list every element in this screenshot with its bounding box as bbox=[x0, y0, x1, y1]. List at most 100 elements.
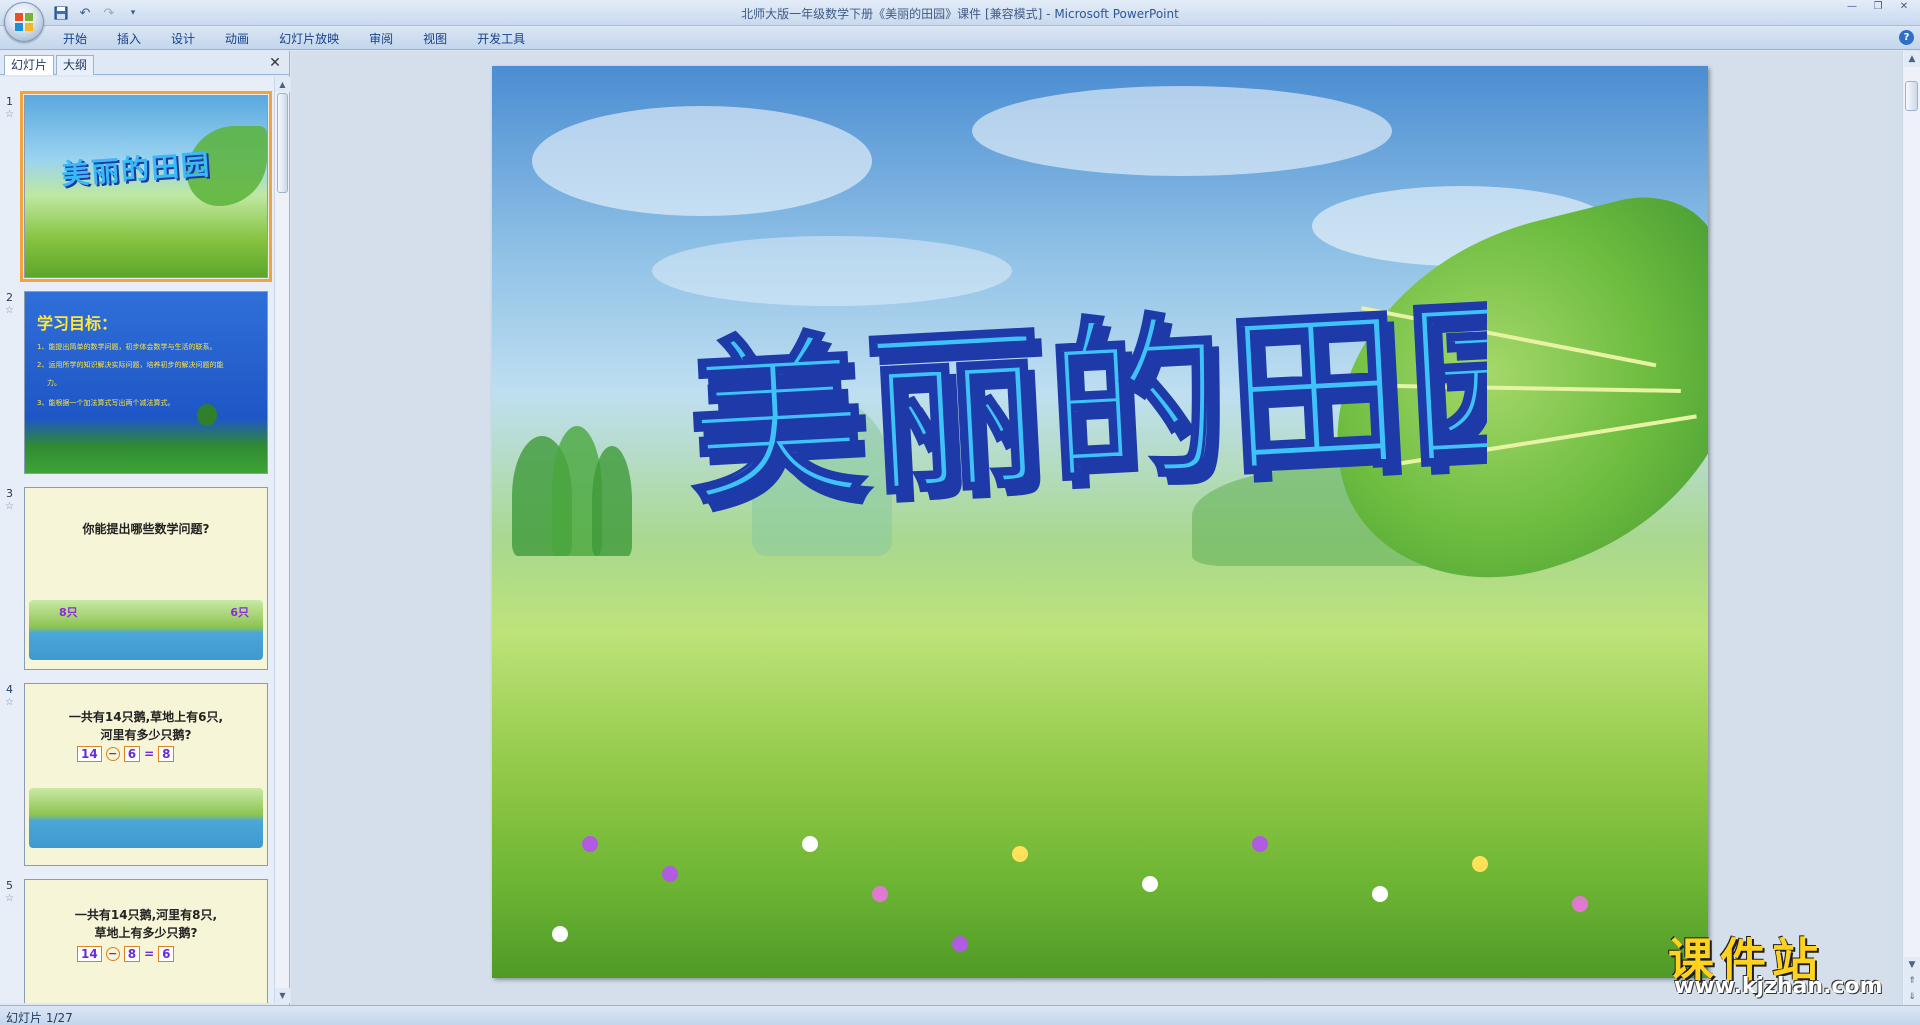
slide-thumbnail-2[interactable]: 学习目标： 1、能提出简单的数学问题，初步体会数学与生活的联系。 2、运用所学的… bbox=[24, 291, 268, 474]
equation-result: 6 bbox=[158, 946, 175, 962]
scroll-up-icon[interactable]: ▲ bbox=[1904, 51, 1920, 67]
scrollbar-thumb[interactable] bbox=[1905, 81, 1918, 111]
slide-thumbnail-1[interactable]: 美丽的田园 bbox=[20, 91, 272, 282]
tab-slides[interactable]: 幻灯片 bbox=[4, 55, 55, 75]
scroll-down-icon[interactable]: ▼ bbox=[1904, 957, 1920, 973]
slide-title-art: 美丽的田园 美丽的田园 bbox=[687, 273, 1487, 526]
help-icon[interactable]: ? bbox=[1899, 30, 1914, 45]
pond-scene: 8只 6只 bbox=[29, 600, 263, 660]
thumbnail-title: 学习目标： bbox=[37, 314, 118, 333]
thumbnail-list-item: 1、能提出简单的数学问题，初步体会数学与生活的联系。 bbox=[37, 343, 217, 351]
thumbnail-question-line: 河里有多少只鹅? bbox=[100, 728, 192, 742]
thumbnail-scrollbar[interactable]: ▲ ▼ bbox=[274, 77, 290, 1003]
flower-graphic bbox=[1142, 876, 1158, 892]
tab-slide-show[interactable]: 幻灯片放映 bbox=[264, 30, 354, 48]
flower-graphic bbox=[952, 936, 968, 952]
current-slide[interactable]: 美丽的田园 美丽的田园 bbox=[492, 66, 1708, 978]
flower-graphic bbox=[552, 926, 568, 942]
scrollbar-thumb[interactable] bbox=[277, 93, 288, 193]
tree-graphic bbox=[197, 404, 217, 426]
animation-star-icon: ☆ bbox=[5, 305, 14, 316]
watermark: 课件站 www.kjzhan.com bbox=[1668, 924, 1918, 1004]
tab-review[interactable]: 审阅 bbox=[354, 30, 408, 48]
slide-editing-area: 美丽的田园 美丽的田园 课件站 www.kjzhan.com bbox=[291, 51, 1902, 1005]
close-icon[interactable]: ✕ bbox=[1892, 2, 1916, 14]
animation-star-icon: ☆ bbox=[5, 697, 14, 708]
tab-view[interactable]: 视图 bbox=[408, 30, 462, 48]
tree-graphic bbox=[592, 446, 632, 556]
equation-operator: − bbox=[105, 947, 120, 961]
slide-scrollbar[interactable]: ▲ ▼ ⇑ ⇓ bbox=[1902, 51, 1920, 1005]
slide-thumbnail-3[interactable]: 你能提出哪些数学问题? 8只 6只 bbox=[24, 487, 268, 670]
slide-thumbnail-5[interactable]: 一共有14只鹅,河里有8只, 草地上有多少只鹅? 14 − 8 = 6 bbox=[24, 879, 268, 1003]
office-button[interactable] bbox=[4, 2, 44, 42]
ribbon-tab-bar: 开始 插入 设计 动画 幻灯片放映 审阅 视图 开发工具 ? bbox=[0, 26, 1920, 50]
thumbnail-list-item: 3、能根据一个加法算式写出两个减法算式。 bbox=[37, 399, 175, 407]
tab-home[interactable]: 开始 bbox=[48, 30, 102, 48]
slide-title: 美丽的田园 bbox=[687, 275, 1487, 526]
flower-graphic bbox=[662, 866, 678, 882]
watermark-url: www.kjzhan.com bbox=[1674, 974, 1883, 999]
tab-animations[interactable]: 动画 bbox=[210, 30, 264, 48]
equation-equals: = bbox=[144, 947, 155, 961]
close-pane-icon[interactable]: ✕ bbox=[268, 56, 282, 70]
equation-term: 8 bbox=[123, 946, 141, 962]
previous-slide-icon[interactable]: ⇑ bbox=[1904, 973, 1920, 989]
scene-label-right: 6只 bbox=[230, 606, 249, 619]
slide-thumbnail-4[interactable]: 一共有14只鹅,草地上有6只, 河里有多少只鹅? 14 − 6 = 8 bbox=[24, 683, 268, 866]
svg-text:美丽的田园: 美丽的田园 bbox=[687, 275, 1487, 526]
tab-insert[interactable]: 插入 bbox=[102, 30, 156, 48]
equation: 14 − 6 = 8 bbox=[25, 746, 267, 762]
scene-label-left: 8只 bbox=[59, 606, 78, 619]
slide-thumbnail-list: 1 ☆ 美丽的田园 2 ☆ 学习目标： 1、能提出简单的数学问题，初步体会数学与… bbox=[0, 77, 274, 1003]
flower-graphic bbox=[1012, 846, 1028, 862]
thumbnail-question: 你能提出哪些数学问题? bbox=[82, 522, 210, 536]
document-title: 北师大版一年级数学下册《美丽的田园》课件 [兼容模式] - bbox=[741, 7, 1055, 21]
tab-outline[interactable]: 大纲 bbox=[56, 55, 95, 75]
slide-number: 3 bbox=[6, 487, 13, 500]
equation-operator: − bbox=[105, 747, 120, 761]
status-bar: 幻灯片 1/27 bbox=[0, 1005, 1920, 1025]
slides-pane: 幻灯片 大纲 ✕ 1 ☆ 美丽的田园 2 ☆ 学习目标： 1、能提出简单的数学问… bbox=[0, 51, 290, 1005]
window-title: 北师大版一年级数学下册《美丽的田园》课件 [兼容模式] - Microsoft … bbox=[0, 5, 1920, 22]
equation-equals: = bbox=[144, 747, 155, 761]
slide-number: 1 bbox=[6, 95, 13, 108]
flower-graphic bbox=[1472, 856, 1488, 872]
equation: 14 − 8 = 6 bbox=[25, 946, 267, 962]
cloud-graphic bbox=[972, 86, 1392, 176]
slide-number: 2 bbox=[6, 291, 13, 304]
thumbnail-question-line: 一共有14只鹅,草地上有6只, bbox=[68, 710, 224, 724]
equation-term: 6 bbox=[123, 746, 141, 762]
flower-graphic bbox=[582, 836, 598, 852]
pane-tabs: 幻灯片 大纲 ✕ bbox=[0, 53, 290, 75]
flower-graphic bbox=[1572, 896, 1588, 912]
title-bar: ↶ ↷ ▾ 北师大版一年级数学下册《美丽的田园》课件 [兼容模式] - Micr… bbox=[0, 0, 1920, 26]
window-controls: — ❐ ✕ bbox=[1840, 2, 1916, 14]
next-slide-icon[interactable]: ⇓ bbox=[1904, 989, 1920, 1005]
restore-icon[interactable]: ❐ bbox=[1866, 2, 1890, 14]
thumbnail-question-line: 草地上有多少只鹅? bbox=[94, 926, 198, 940]
ribbon-tabs: 开始 插入 设计 动画 幻灯片放映 审阅 视图 开发工具 bbox=[48, 30, 540, 48]
pond-scene bbox=[29, 788, 263, 848]
slide-counter: 幻灯片 1/27 bbox=[6, 1011, 73, 1025]
equation-term: 14 bbox=[77, 946, 102, 962]
flower-graphic bbox=[802, 836, 818, 852]
equation-term: 14 bbox=[77, 746, 102, 762]
animation-star-icon: ☆ bbox=[5, 109, 14, 120]
flower-graphic bbox=[872, 886, 888, 902]
equation-result: 8 bbox=[158, 746, 175, 762]
scroll-down-icon[interactable]: ▼ bbox=[275, 988, 290, 1003]
app-title: Microsoft PowerPoint bbox=[1054, 7, 1179, 21]
slide-number: 4 bbox=[6, 683, 13, 696]
animation-star-icon: ☆ bbox=[5, 893, 14, 904]
thumbnail-list-item: 力。 bbox=[47, 379, 61, 387]
tab-design[interactable]: 设计 bbox=[156, 30, 210, 48]
minimize-icon[interactable]: — bbox=[1840, 2, 1864, 14]
office-logo-icon bbox=[15, 13, 33, 31]
flower-graphic bbox=[1372, 886, 1388, 902]
flower-graphic bbox=[1252, 836, 1268, 852]
cloud-graphic bbox=[532, 106, 872, 216]
tab-developer[interactable]: 开发工具 bbox=[462, 30, 540, 48]
animation-star-icon: ☆ bbox=[5, 501, 14, 512]
scroll-up-icon[interactable]: ▲ bbox=[275, 77, 290, 92]
